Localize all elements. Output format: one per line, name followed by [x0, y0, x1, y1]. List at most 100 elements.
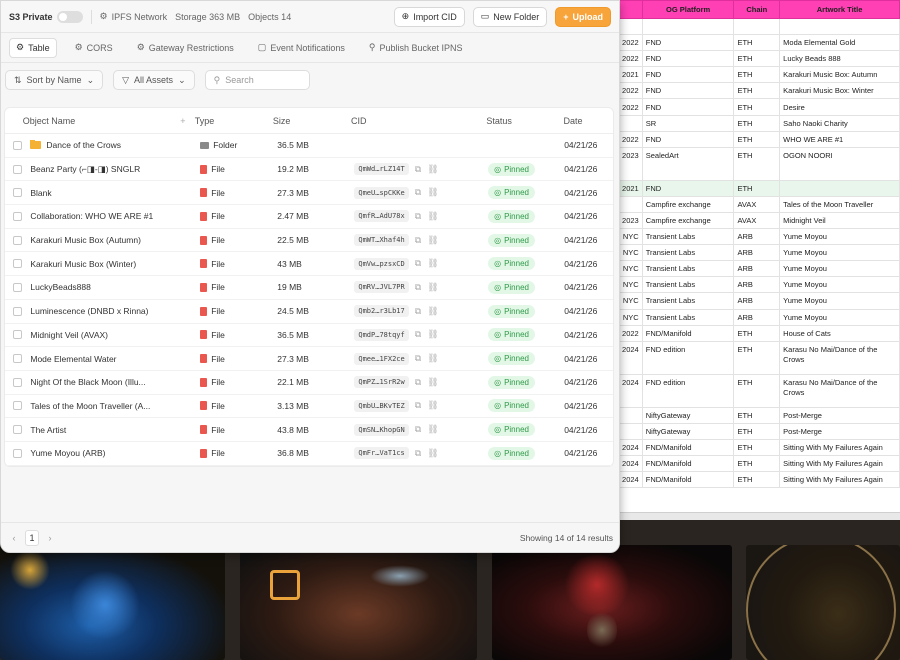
new-folder-button[interactable]: ▭ New Folder — [472, 6, 548, 27]
spreadsheet-cell[interactable]: FND — [641, 34, 735, 52]
artwork-thumbnail[interactable] — [746, 545, 900, 660]
object-name-cell[interactable]: Karakuri Music Box (Winter) — [30, 259, 176, 269]
cid-value[interactable]: QmWT…Xhaf4h — [354, 234, 409, 247]
tab-event-notifications[interactable]: ▢ Event Notifications — [252, 38, 351, 58]
spreadsheet-cell[interactable]: SealedArt — [641, 146, 735, 181]
spreadsheet-cell[interactable]: ETH — [733, 406, 781, 424]
spreadsheet-cell[interactable]: Transient Labs — [641, 244, 735, 262]
spreadsheet-cell[interactable]: FND edition — [641, 373, 735, 408]
object-name-cell[interactable]: Collaboration: WHO WE ARE #1 — [30, 211, 176, 221]
spreadsheet-cell[interactable]: WHO WE ARE #1 — [779, 130, 900, 148]
search-input[interactable]: ⚲ Search — [204, 70, 310, 90]
object-name-cell[interactable]: Karakuri Music Box (Autumn) — [30, 235, 176, 245]
link-icon[interactable]: ⛓ — [427, 329, 438, 340]
row-checkbox[interactable] — [13, 211, 23, 221]
copy-icon[interactable]: ⧉ — [415, 353, 421, 364]
spreadsheet-cell[interactable]: ETH — [733, 422, 781, 440]
spreadsheet-cell[interactable]: ARB — [733, 228, 781, 246]
link-icon[interactable]: ⛓ — [427, 164, 438, 175]
spreadsheet-cell[interactable]: Karakuri Music Box: Winter — [779, 82, 900, 100]
object-name-cell[interactable]: The Artist — [30, 425, 176, 435]
spreadsheet-cell[interactable]: Yume Moyou — [779, 276, 900, 294]
spreadsheet-cell[interactable]: ARB — [733, 260, 781, 278]
bucket-selector[interactable]: S3 Private — [9, 10, 83, 23]
spreadsheet-cell[interactable]: Transient Labs — [641, 260, 735, 278]
cid-value[interactable]: QmPZ…1SrR2w — [354, 376, 409, 389]
spreadsheet-cell[interactable]: ARB — [733, 308, 781, 326]
spreadsheet-header-cell[interactable]: Artwork Title — [779, 0, 900, 19]
spreadsheet-cell[interactable]: ETH — [733, 454, 781, 473]
row-checkbox[interactable] — [13, 448, 23, 458]
row-checkbox[interactable] — [13, 188, 23, 198]
row-checkbox[interactable] — [13, 259, 23, 269]
spreadsheet-cell[interactable]: Transient Labs — [641, 308, 735, 326]
link-icon[interactable]: ⛓ — [427, 187, 438, 198]
spreadsheet-cell[interactable]: Desire — [779, 98, 900, 116]
spreadsheet-cell[interactable] — [641, 17, 735, 36]
table-row[interactable]: Karakuri Music Box (Autumn) File 22.5 MB… — [5, 229, 613, 253]
copy-icon[interactable]: ⧉ — [415, 258, 421, 269]
current-page[interactable]: 1 — [25, 529, 39, 546]
spreadsheet-cell[interactable]: ARB — [733, 244, 781, 262]
copy-icon[interactable]: ⧉ — [415, 235, 421, 246]
link-icon[interactable]: ⛓ — [427, 306, 438, 317]
sort-dropdown[interactable]: ⇅ Sort by Name ⌄ — [5, 70, 104, 90]
spreadsheet-cell[interactable]: Post-Merge — [779, 406, 900, 424]
spreadsheet-cell[interactable]: ETH — [733, 146, 781, 181]
link-icon[interactable]: ⛓ — [427, 448, 438, 459]
cid-value[interactable]: QmdP…78tqyf — [354, 328, 409, 341]
spreadsheet-cell[interactable]: Post-Merge — [779, 422, 900, 440]
row-checkbox[interactable] — [13, 235, 23, 245]
private-toggle[interactable] — [56, 10, 83, 23]
spreadsheet-cell[interactable]: Yume Moyou — [779, 308, 900, 326]
spreadsheet-cell[interactable]: Transient Labs — [641, 228, 735, 246]
object-name-cell[interactable]: Midnight Veil (AVAX) — [30, 330, 176, 340]
spreadsheet-cell[interactable]: ETH — [733, 98, 781, 116]
link-icon[interactable]: ⛓ — [427, 235, 438, 246]
spreadsheet-cell[interactable]: FND/Manifold — [641, 324, 735, 342]
copy-icon[interactable]: ⧉ — [415, 424, 421, 435]
spreadsheet-cell[interactable] — [733, 17, 781, 36]
row-checkbox[interactable] — [13, 425, 23, 435]
column-header-status[interactable]: Status — [486, 116, 563, 126]
spreadsheet-cell[interactable]: ARB — [733, 292, 781, 310]
copy-icon[interactable]: ⧉ — [415, 282, 421, 293]
copy-icon[interactable]: ⧉ — [415, 377, 421, 388]
table-row[interactable]: Midnight Veil (AVAX) File 36.5 MB QmdP…7… — [5, 324, 613, 348]
spreadsheet-cell[interactable]: Sitting With My Failures Again — [779, 471, 900, 489]
object-name-cell[interactable]: Night Of the Black Moon (Illu... — [30, 377, 176, 387]
spreadsheet-header-cell[interactable]: Chain — [733, 0, 781, 19]
object-name-cell[interactable]: LuckyBeads888 — [30, 282, 176, 292]
spreadsheet-cell[interactable]: ETH — [733, 340, 781, 375]
column-header-name[interactable]: Object Name — [23, 116, 171, 126]
column-header-date[interactable]: Date — [564, 116, 613, 126]
tab-cors[interactable]: ⚙ CORS — [69, 38, 119, 58]
add-column-button[interactable]: + — [171, 116, 195, 126]
link-icon[interactable]: ⛓ — [427, 424, 438, 435]
spreadsheet-cell[interactable]: ETH — [733, 34, 781, 52]
spreadsheet-cell[interactable]: Midnight Veil — [779, 211, 900, 230]
cid-value[interactable]: QmfR…AdU78x — [354, 210, 409, 223]
table-row[interactable]: Tales of the Moon Traveller (A... File 3… — [5, 395, 613, 419]
spreadsheet-cell[interactable]: ETH — [733, 130, 781, 148]
spreadsheet-cell[interactable]: ETH — [733, 324, 781, 342]
tab-table[interactable]: ⚙ Table — [9, 37, 57, 58]
row-checkbox[interactable] — [13, 401, 23, 411]
copy-icon[interactable]: ⧉ — [415, 448, 421, 459]
spreadsheet-cell[interactable]: AVAX — [733, 211, 781, 230]
table-row[interactable]: Mode Elemental Water File 27.3 MB Qmee…1… — [5, 347, 613, 371]
copy-icon[interactable]: ⧉ — [415, 211, 421, 222]
spreadsheet-cell[interactable]: FND/Manifold — [641, 438, 735, 456]
spreadsheet-cell[interactable]: ETH — [733, 66, 781, 84]
spreadsheet-cell[interactable]: House of Cats — [779, 324, 900, 342]
spreadsheet-header-cell[interactable]: OG Platform — [641, 0, 735, 19]
object-name-cell[interactable]: Beanz Party (⌐◨-◨) SNGLR — [30, 164, 176, 175]
spreadsheet-cell[interactable]: ETH — [733, 114, 781, 132]
row-checkbox[interactable] — [13, 164, 23, 174]
spreadsheet-cell[interactable]: FND — [641, 179, 735, 197]
artwork-thumbnail[interactable] — [240, 545, 477, 660]
spreadsheet-cell[interactable]: Yume Moyou — [779, 228, 900, 246]
row-checkbox[interactable] — [13, 354, 23, 364]
cid-value[interactable]: QmbU…BKvTEZ — [354, 399, 409, 412]
spreadsheet-cell[interactable]: Moda Elemental Gold — [779, 34, 900, 52]
